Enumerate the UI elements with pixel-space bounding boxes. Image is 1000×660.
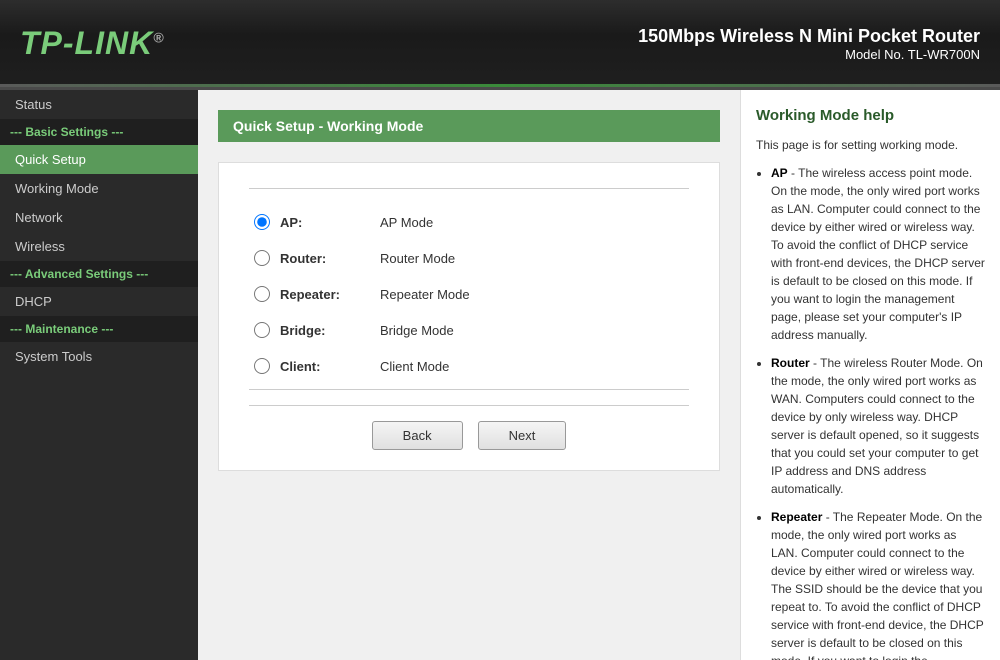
main-content: Quick Setup - Working Mode AP:AP ModeRou… — [198, 90, 740, 660]
help-item-router: Router - The wireless Router Mode. On th… — [771, 354, 985, 498]
mode-desc-ap: AP Mode — [380, 215, 433, 230]
sidebar-item-working-mode[interactable]: Working Mode — [0, 174, 198, 203]
radio-router[interactable] — [254, 250, 270, 266]
sidebar-item-wireless[interactable]: Wireless — [0, 232, 198, 261]
sidebar-item-dhcp[interactable]: DHCP — [0, 287, 198, 316]
sidebar-item-network[interactable]: Network — [0, 203, 198, 232]
mode-list: AP:AP ModeRouter:Router ModeRepeater:Rep… — [249, 204, 689, 384]
help-panel: Working Mode help This page is for setti… — [740, 90, 1000, 660]
logo-reg: ® — [153, 29, 164, 45]
logo: TP-LINK® — [20, 25, 165, 62]
mode-label-bridge: Bridge: — [280, 323, 380, 338]
logo-text: TP-LINK — [20, 25, 153, 61]
help-item-ap: AP - The wireless access point mode. On … — [771, 164, 985, 344]
next-button[interactable]: Next — [478, 421, 567, 450]
header: TP-LINK® 150Mbps Wireless N Mini Pocket … — [0, 0, 1000, 90]
mode-label-repeater: Repeater: — [280, 287, 380, 302]
help-list: AP - The wireless access point mode. On … — [756, 164, 985, 660]
mode-label-router: Router: — [280, 251, 380, 266]
mode-desc-repeater: Repeater Mode — [380, 287, 470, 302]
back-button[interactable]: Back — [372, 421, 463, 450]
sidebar-section-advanced-settings: --- Advanced Settings --- — [0, 261, 198, 287]
button-row: Back Next — [249, 405, 689, 450]
help-intro: This page is for setting working mode. — [756, 136, 985, 154]
sidebar: Status--- Basic Settings ---Quick SetupW… — [0, 90, 198, 660]
model-info: 150Mbps Wireless N Mini Pocket Router Mo… — [638, 26, 980, 62]
divider-top — [249, 188, 689, 189]
mode-label-client: Client: — [280, 359, 380, 374]
sidebar-section-maintenance: --- Maintenance --- — [0, 316, 198, 342]
layout: Status--- Basic Settings ---Quick SetupW… — [0, 90, 1000, 660]
divider-bottom — [249, 389, 689, 390]
mode-row-ap: AP:AP Mode — [249, 204, 689, 240]
mode-desc-router: Router Mode — [380, 251, 455, 266]
help-item-repeater: Repeater - The Repeater Mode. On the mod… — [771, 508, 985, 660]
sidebar-section-basic-settings: --- Basic Settings --- — [0, 119, 198, 145]
sidebar-item-status[interactable]: Status — [0, 90, 198, 119]
mode-row-client: Client:Client Mode — [249, 348, 689, 384]
mode-row-router: Router:Router Mode — [249, 240, 689, 276]
radio-repeater[interactable] — [254, 286, 270, 302]
radio-client[interactable] — [254, 358, 270, 374]
sidebar-item-system-tools[interactable]: System Tools — [0, 342, 198, 371]
mode-label-ap: AP: — [280, 215, 380, 230]
mode-desc-bridge: Bridge Mode — [380, 323, 454, 338]
sidebar-item-quick-setup[interactable]: Quick Setup — [0, 145, 198, 174]
help-title: Working Mode help — [756, 105, 985, 128]
page-title: Quick Setup - Working Mode — [218, 110, 720, 142]
model-number: Model No. TL-WR700N — [638, 47, 980, 62]
form-area: AP:AP ModeRouter:Router ModeRepeater:Rep… — [218, 162, 720, 471]
mode-row-bridge: Bridge:Bridge Mode — [249, 312, 689, 348]
radio-ap[interactable] — [254, 214, 270, 230]
product-name: 150Mbps Wireless N Mini Pocket Router — [638, 26, 980, 47]
mode-row-repeater: Repeater:Repeater Mode — [249, 276, 689, 312]
mode-desc-client: Client Mode — [380, 359, 449, 374]
radio-bridge[interactable] — [254, 322, 270, 338]
